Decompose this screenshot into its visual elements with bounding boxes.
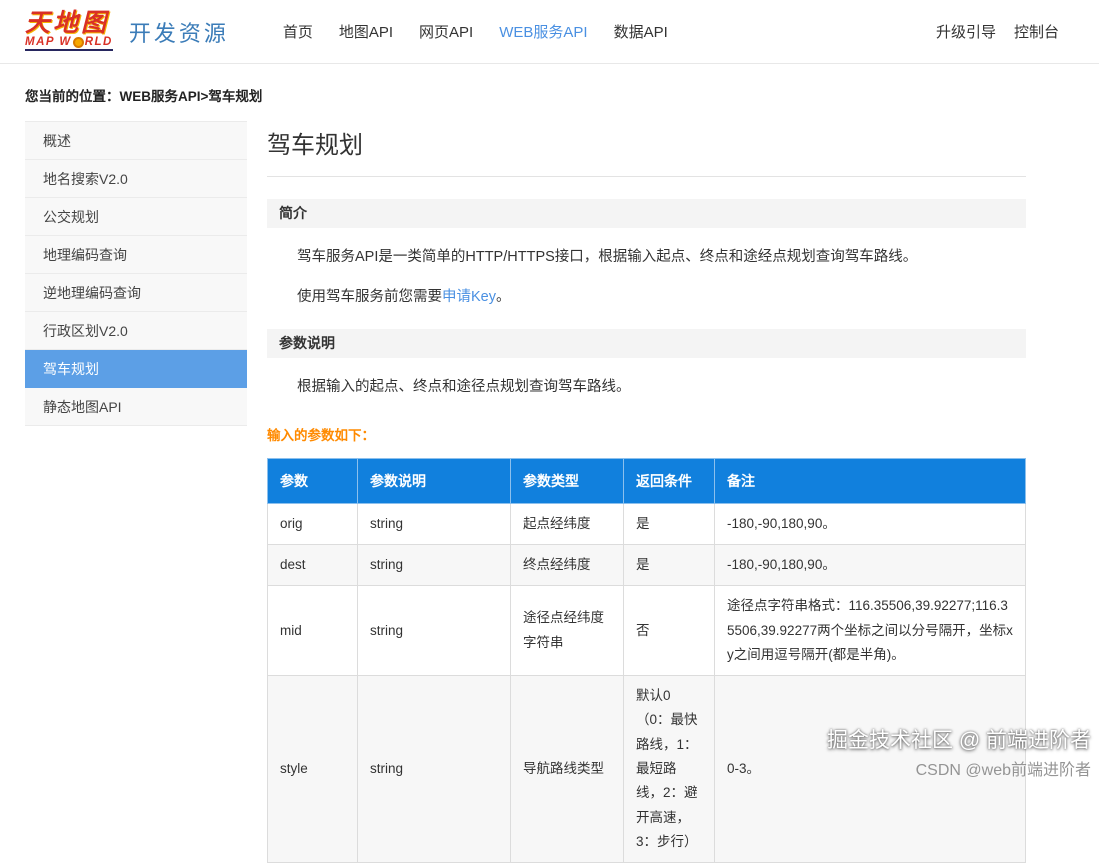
logo-en-prefix: MAP W xyxy=(25,36,72,48)
cell-param: mid xyxy=(268,586,358,676)
table-row-mid: mid string 途径点经纬度字符串 否 途径点字符串格式：116.3550… xyxy=(268,586,1026,676)
nav-item-console[interactable]: 控制台 xyxy=(1014,21,1059,42)
nav-item-web-page-api[interactable]: 网页API xyxy=(419,21,473,42)
sidebar-item-driving-planning[interactable]: 驾车规划 xyxy=(25,350,247,388)
sidebar-item-place-search[interactable]: 地名搜索V2.0 xyxy=(25,160,247,198)
main-content: 驾车规划 简介 驾车服务API是一类简单的HTTP/HTTPS接口，根据输入起点… xyxy=(267,121,1026,863)
cell-return-condition: 是 xyxy=(624,503,715,544)
sidebar-item-admin-division[interactable]: 行政区划V2.0 xyxy=(25,312,247,350)
intro-paragraph-2-suffix: 。 xyxy=(496,289,511,305)
cell-remark: -180,-90,180,90。 xyxy=(715,503,1026,544)
right-nav: 升级引导 控制台 xyxy=(936,21,1059,42)
cell-remark: 途径点字符串格式：116.35506,39.92277;116.35506,39… xyxy=(715,586,1026,676)
table-row-style: style string 导航路线类型 默认0（0：最快路线，1：最短路线，2：… xyxy=(268,676,1026,863)
page-title: 驾车规划 xyxy=(267,123,1026,177)
sidebar-item-overview[interactable]: 概述 xyxy=(25,122,247,160)
cell-param-type: string xyxy=(358,676,511,863)
cell-param-desc: 导航路线类型 xyxy=(511,676,624,863)
site-title[interactable]: 开发资源 xyxy=(129,16,229,48)
cell-return-condition: 默认0（0：最快路线，1：最短路线，2：避开高速，3：步行） xyxy=(624,676,715,863)
content-area: 概述 地名搜索V2.0 公交规划 地理编码查询 逆地理编码查询 行政区划V2.0… xyxy=(0,121,1099,863)
cell-param-type: string xyxy=(358,586,511,676)
input-params-note: 输入的参数如下： xyxy=(267,424,1026,444)
col-header-return-condition: 返回条件 xyxy=(624,458,715,503)
intro-paragraph-1: 驾车服务API是一类简单的HTTP/HTTPS接口，根据输入起点、终点和途经点规… xyxy=(297,248,1026,268)
sidebar-item-geocoding[interactable]: 地理编码查询 xyxy=(25,236,247,274)
col-header-param: 参数 xyxy=(268,458,358,503)
cell-param: dest xyxy=(268,544,358,585)
col-header-remark: 备注 xyxy=(715,458,1026,503)
col-header-param-type: 参数类型 xyxy=(511,458,624,503)
nav-item-web-service-api[interactable]: WEB服务API xyxy=(499,21,587,42)
section-heading-intro: 简介 xyxy=(267,199,1026,228)
cell-param: orig xyxy=(268,503,358,544)
cell-remark: 0-3。 xyxy=(715,676,1026,863)
nav-item-data-api[interactable]: 数据API xyxy=(614,21,668,42)
nav-item-home[interactable]: 首页 xyxy=(283,21,313,42)
params-description: 根据输入的起点、终点和途径点规划查询驾车路线。 xyxy=(297,378,1026,398)
logo-en-suffix: RLD xyxy=(85,36,113,48)
sidebar-item-transit-planning[interactable]: 公交规划 xyxy=(25,198,247,236)
apply-key-link[interactable]: 申请Key xyxy=(442,289,496,305)
col-header-param-desc: 参数说明 xyxy=(358,458,511,503)
table-header-row: 参数 参数说明 参数类型 返回条件 备注 xyxy=(268,458,1026,503)
cell-return-condition: 是 xyxy=(624,544,715,585)
section-heading-params: 参数说明 xyxy=(267,329,1026,358)
intro-paragraph-2-text: 使用驾车服务前您需要 xyxy=(297,289,442,305)
sidebar-item-static-map-api[interactable]: 静态地图API xyxy=(25,388,247,426)
cell-return-condition: 否 xyxy=(624,586,715,676)
sidebar-item-reverse-geocoding[interactable]: 逆地理编码查询 xyxy=(25,274,247,312)
nav-item-map-api[interactable]: 地图API xyxy=(339,21,393,42)
breadcrumb: 您当前的位置：WEB服务API>驾车规划 xyxy=(0,64,1099,121)
cell-param-desc: 起点经纬度 xyxy=(511,503,624,544)
cell-param: style xyxy=(268,676,358,863)
main-nav: 首页 地图API 网页API WEB服务API 数据API xyxy=(283,21,668,42)
globe-icon xyxy=(73,37,84,48)
logo-en-text: MAP W RLD xyxy=(25,36,113,51)
cell-param-type: string xyxy=(358,503,511,544)
table-row-orig: orig string 起点经纬度 是 -180,-90,180,90。 xyxy=(268,503,1026,544)
params-table: 参数 参数说明 参数类型 返回条件 备注 orig string 起点经纬度 是… xyxy=(267,458,1026,863)
cell-param-desc: 途径点经纬度字符串 xyxy=(511,586,624,676)
logo[interactable]: 天地图 MAP W RLD xyxy=(25,10,113,53)
sidebar: 概述 地名搜索V2.0 公交规划 地理编码查询 逆地理编码查询 行政区划V2.0… xyxy=(25,121,247,426)
cell-param-type: string xyxy=(358,544,511,585)
intro-paragraph-2: 使用驾车服务前您需要申请Key。 xyxy=(297,288,1026,308)
cell-param-desc: 终点经纬度 xyxy=(511,544,624,585)
top-navigation-bar: 天地图 MAP W RLD 开发资源 首页 地图API 网页API WEB服务A… xyxy=(0,0,1099,64)
table-row-dest: dest string 终点经纬度 是 -180,-90,180,90。 xyxy=(268,544,1026,585)
cell-remark: -180,-90,180,90。 xyxy=(715,544,1026,585)
logo-cn-text: 天地图 xyxy=(25,10,113,36)
nav-item-upgrade-guide[interactable]: 升级引导 xyxy=(936,21,996,42)
